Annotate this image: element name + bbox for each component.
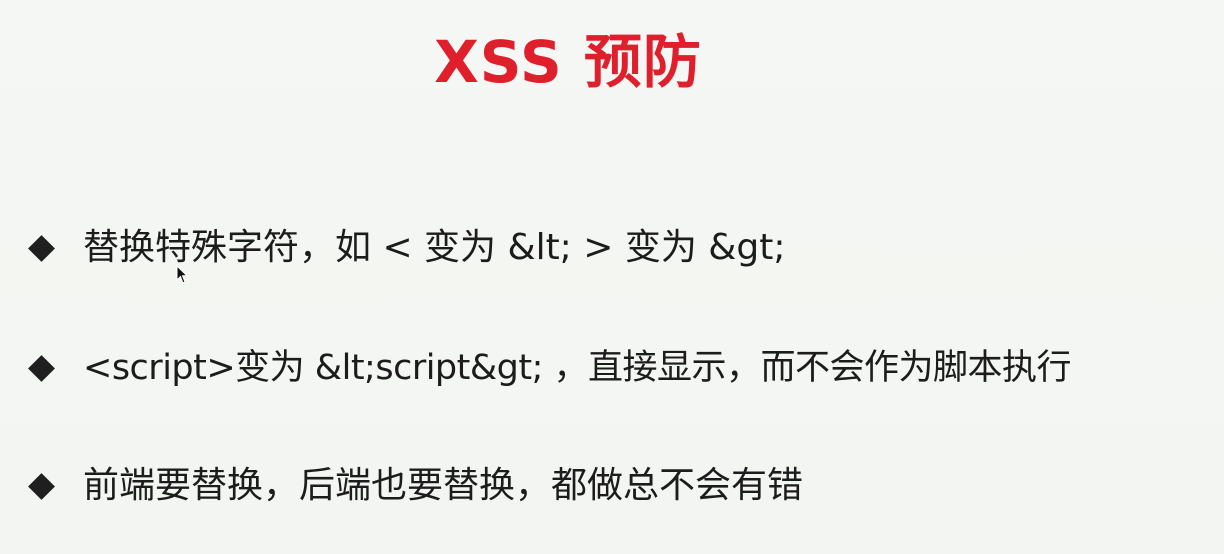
slide-title: XSS 预防: [434, 28, 702, 96]
bullet-text: <script>变为 &lt;script&gt; ，直接显示，而不会作为脚本执…: [83, 348, 1072, 388]
bullet-text: 替换特殊字符，如 < 变为 &lt; > 变为 &gt;: [83, 227, 786, 268]
bullet-item: 前端要替换，后端也要替换，都做总不会有错: [26, 460, 803, 512]
bullet-item: 替换特殊字符，如 < 变为 &lt; > 变为 &gt;: [26, 222, 785, 274]
mouse-pointer-icon: [176, 265, 188, 284]
diamond-bullet-icon: [28, 354, 55, 382]
bullet-text: 前端要替换，后端也要替换，都做总不会有错: [83, 465, 804, 506]
diamond-bullet-icon: [28, 472, 55, 500]
diamond-bullet-icon: [28, 234, 55, 262]
bullet-item: <script>变为 &lt;script&gt; ，直接显示，而不会作为脚本执…: [26, 342, 1072, 394]
slide: XSS 预防 替换特殊字符，如 < 变为 &lt; > 变为 &gt; <scr…: [0, 0, 1224, 554]
